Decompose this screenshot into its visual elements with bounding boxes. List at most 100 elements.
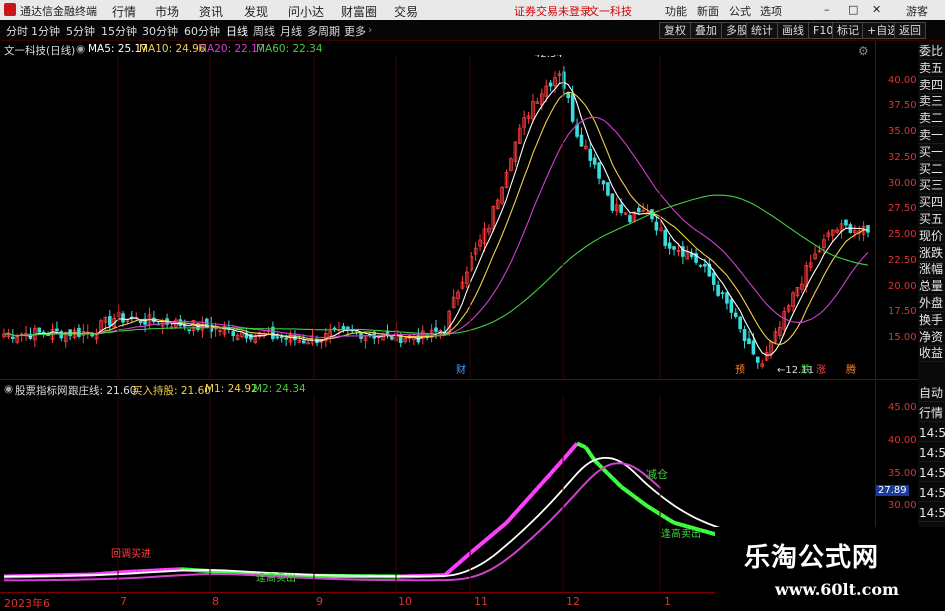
y-tick-label: 25.00 [888,229,917,240]
quote-time-label[interactable]: 行情 [919,405,945,422]
menu-item[interactable]: 市场 [155,3,179,20]
quote-field-label[interactable]: 涨跌 [919,245,945,262]
quote-time-label[interactable]: 14:5 [919,485,945,502]
panel-divider[interactable] [0,379,918,380]
mark-button[interactable]: 标记 [832,22,864,39]
quote-time-label[interactable]: 14:5 [919,425,945,442]
candle-body [703,264,706,266]
quote-panel[interactable]: 委比卖五卖四卖三卖二卖一买一买二买三买四买五现价涨跌涨幅总量外盘换手净资收益 [918,41,945,381]
period-tab-active[interactable]: 日线 [226,23,248,39]
candle-body [668,243,671,248]
quote-field-label[interactable]: 卖一 [919,127,945,144]
quote-field-label[interactable]: 委比 [919,43,945,60]
menu-item[interactable]: 资讯 [199,3,223,20]
close-icon[interactable]: ✕ [872,3,881,16]
overlay-button[interactable]: 叠加 [690,22,722,39]
main-kline-panel[interactable]: 文一科技(日线) ◉ MA5: 25.17 MA10: 24.96 MA20: … [0,41,875,379]
candle-body [386,332,389,333]
x-tick-label: 8 [212,595,219,608]
statistics-button[interactable]: 统计 [746,22,778,39]
quote-field-label[interactable]: 卖三 [919,93,945,110]
quote-time-label[interactable]: 14:5 [919,465,945,482]
user-label[interactable]: 游客 [906,3,928,19]
quote-field-label[interactable]: 买二 [919,161,945,178]
zhuang-segment [634,497,638,500]
period-tab[interactable]: 分时 [6,23,28,39]
login-notice[interactable]: 证券交易未登录 [514,3,591,19]
zhuang-segment [515,508,519,513]
period-tab-more[interactable]: 更多 [344,23,366,39]
ma10-line [4,92,868,344]
period-tab[interactable]: 月线 [280,23,302,39]
quote-field-label[interactable]: 买五 [919,211,945,228]
period-tab[interactable]: 1分钟 [31,23,60,39]
quote-time-label[interactable]: 14:5 [919,505,945,522]
watermark-url: www.60lt.com [775,580,899,599]
period-tab[interactable]: 30分钟 [142,23,178,39]
y-tick-label: 32.50 [888,152,917,163]
zhuang-segment [661,515,665,518]
title-bar: 通达信金融终端 行情 市场 资讯 发现 问小达 财富圈 交易 证券交易未登录 文… [0,0,945,20]
y-tick-label: 17.50 [888,306,917,317]
indicator-dropdown-icon[interactable]: ◉ [4,383,13,395]
quote-field-label[interactable]: 卖四 [919,77,945,94]
menu-options[interactable]: 选项 [760,3,782,19]
menu-function[interactable]: 功能 [665,3,687,19]
maximize-icon[interactable]: □ [848,3,858,16]
y-tick-label: 35.00 [888,126,917,137]
kline-chart[interactable]: —42.34←12.11财预跌涨腾 [0,55,875,379]
draw-line-button[interactable]: 画线 [777,22,809,39]
quote-field-label[interactable]: 总量 [919,278,945,295]
quote-field-label[interactable]: 净资 [919,329,945,346]
menu-item[interactable]: 行情 [112,3,136,20]
chevron-right-icon[interactable]: › [368,23,372,36]
quote-field-label[interactable]: 换手 [919,312,945,329]
quote-field-label[interactable]: 卖五 [919,60,945,77]
menu-item[interactable]: 发现 [244,3,268,20]
quote-time-label[interactable]: 自动 [919,385,945,402]
period-tab[interactable]: 周线 [253,23,275,39]
back-button[interactable]: 返回 [894,22,926,39]
candle-body [734,313,737,317]
candle-body [607,183,610,195]
quote-field-label[interactable]: 涨幅 [919,261,945,278]
menu-item[interactable]: 问小达 [288,3,324,20]
candle-body [655,222,658,230]
quote-field-label[interactable]: 收益 [919,345,945,362]
candle-body [748,339,751,344]
zhuang-segment [462,556,466,560]
y-tick-label: 30.00 [888,178,917,189]
quote-field-label[interactable]: 买三 [919,177,945,194]
dropdown-icon[interactable]: ◉ [76,43,85,55]
candle-body [673,247,676,250]
zhuang-segment [586,447,590,454]
zhuang-segment [546,474,550,479]
menu-formula[interactable]: 公式 [729,3,751,19]
period-tab[interactable]: 15分钟 [101,23,137,39]
restore-rights-button[interactable]: 复权 [659,22,691,39]
y-tick-label: 27.50 [888,203,917,214]
zhuang-segment [709,533,713,534]
zhuang-segment [533,488,537,493]
zhuang-segment [471,549,475,553]
minimize-icon[interactable]: – [824,3,830,16]
quote-field-label[interactable]: 现价 [919,228,945,245]
candle-body [589,149,592,160]
quote-time-label[interactable]: 14:5 [919,445,945,462]
candle-body [730,300,733,313]
period-tab[interactable]: 5分钟 [66,23,95,39]
menu-new-page[interactable]: 新面 [697,3,719,19]
quote-field-label[interactable]: 买四 [919,194,945,211]
app-logo-icon [4,3,16,16]
quote-field-label[interactable]: 外盘 [919,295,945,312]
menu-item[interactable]: 交易 [394,3,418,20]
candle-body [602,181,605,184]
zhuang-segment [674,523,678,524]
x-tick-label: 1 [664,595,671,608]
period-tab[interactable]: 60分钟 [184,23,220,39]
candle-body [712,273,715,284]
period-tab[interactable]: 多周期 [307,23,340,39]
menu-item[interactable]: 财富圈 [341,3,377,20]
quote-field-label[interactable]: 买一 [919,144,945,161]
quote-field-label[interactable]: 卖二 [919,110,945,127]
